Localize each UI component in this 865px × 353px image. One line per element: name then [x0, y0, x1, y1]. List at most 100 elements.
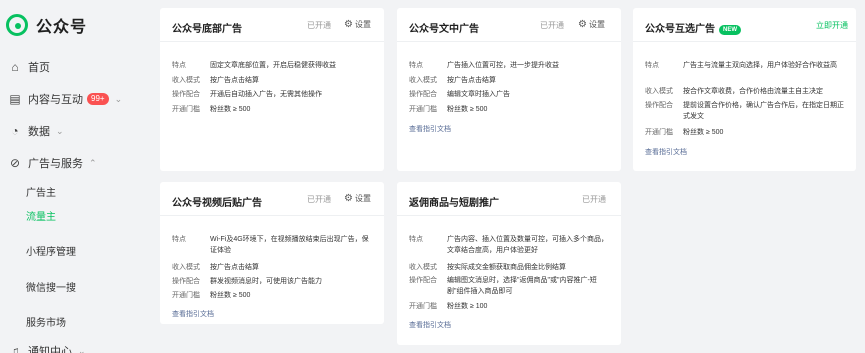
row-value: 开通后自动插入广告，无需其他操作 [210, 91, 322, 98]
card-header: 公众号文中广告 已开通 ⚙ 设置 [397, 8, 621, 42]
sidebar-item-miniprogram[interactable]: 小程序管理 [26, 243, 76, 258]
row-value: 广告主与流量主双向选择，用户体验好合作收益高 [683, 62, 837, 69]
row-value: 按广告点击结算 [447, 77, 496, 84]
ad-card-bottom: 公众号底部广告 已开通 ⚙ 设置 特点 固定文章底部位置，开启后稳健获得收益 收入模… [160, 8, 384, 171]
row-key: 收入模式 [409, 264, 437, 271]
chevron-up-icon: ⌃ [89, 157, 97, 168]
settings-button[interactable]: ⚙ 设置 [578, 19, 605, 30]
card-status: 已开通 [582, 195, 606, 204]
ad-card-commission-goods: 返佣商品与短剧推广 已开通 特点 广告内容、插入位置及数量可控，可插入多个商品，文… [397, 182, 621, 345]
chevron-down-icon: ⌄ [56, 125, 64, 136]
row-key: 操作配合 [172, 91, 200, 98]
row-key: 收入模式 [172, 77, 200, 84]
home-icon: ⌂ [11, 60, 19, 74]
ad-card-video-post: 公众号视频后贴广告 已开通 ⚙ 设置 特点 Wi-Fi及4G环境下，在视频播放结束后… [160, 182, 384, 324]
sidebar-item-content[interactable]: ▤ 内容与互动 99+ ⌄ [8, 91, 122, 107]
row-key: 操作配合 [645, 102, 673, 109]
row-key: 操作配合 [409, 277, 437, 284]
sidebar-item-label: 数据 [28, 126, 50, 138]
guide-doc-link[interactable]: 查看指引文档 [409, 124, 451, 134]
row-value: 按广告点击结算 [210, 77, 259, 84]
chart-icon: ◔ [11, 124, 19, 138]
card-header: 返佣商品与短剧推广 已开通 [397, 182, 621, 216]
row-key: 操作配合 [172, 278, 200, 285]
settings-button[interactable]: ⚙ 设置 [344, 19, 371, 30]
row-value: 按实际成交金额获取商品佣金比例结算 [447, 264, 566, 271]
row-value: 编辑文章时插入广告 [447, 91, 510, 98]
settings-label: 设置 [588, 20, 605, 29]
sidebar-item-market[interactable]: 服务市场 [26, 314, 66, 329]
chevron-down-icon: ⌄ [114, 93, 123, 104]
row-key: 开通门槛 [409, 106, 437, 113]
row-key: 开通门槛 [172, 292, 200, 299]
brand-name: 公众号 [36, 19, 88, 36]
card-row: 操作配合 提前设置合作价格，确认广告合作后，在指定日期正式发文 [645, 100, 846, 122]
card-header: 公众号底部广告 已开通 ⚙ 设置 [160, 8, 384, 42]
row-value: 粉丝数 ≥ 500 [447, 106, 488, 113]
row-key: 开通门槛 [172, 106, 200, 113]
settings-label: 设置 [354, 20, 371, 29]
row-key: 操作配合 [409, 91, 437, 98]
gear-icon: ⚙ [344, 19, 353, 30]
card-title: 公众号底部广告 [172, 24, 242, 35]
row-key: 特点 [409, 236, 423, 243]
card-status: 已开通 [540, 21, 564, 30]
row-value: 广告内容、插入位置及数量可控，可插入多个商品，文章结合度高，用户体验更好 [447, 236, 608, 254]
card-header: 公众号互选广告 NEW 立即开通 [633, 8, 856, 42]
sidebar-item-wxsearch[interactable]: 微信搜一搜 [26, 279, 76, 294]
row-key: 特点 [409, 62, 423, 69]
row-key: 特点 [172, 236, 186, 243]
guide-doc-link[interactable]: 查看指引文档 [172, 309, 214, 319]
row-key: 特点 [645, 62, 659, 69]
sidebar-item-label: 广告与服务 [28, 158, 83, 170]
card-status: 已开通 [307, 195, 331, 204]
row-key: 收入模式 [409, 77, 437, 84]
row-value: 按广告点击结算 [210, 264, 259, 271]
row-key: 特点 [172, 62, 186, 69]
sidebar-item-label: 内容与互动 [28, 94, 83, 106]
gear-icon: ⚙ [344, 193, 353, 204]
row-value: 粉丝数 ≥ 500 [210, 106, 251, 113]
activate-now-link[interactable]: 立即开通 [816, 20, 848, 31]
chevron-down-icon: ⌄ [78, 345, 86, 353]
ad-card-mutual-select: 公众号互选广告 NEW 立即开通 特点 广告主与流量主双向选择，用户体验好合作收益高… [633, 8, 856, 171]
card-row: 特点 广告主与流量主双向选择，用户体验好合作收益高 [645, 60, 846, 82]
document-icon: ▤ [9, 92, 21, 106]
row-value: 按合作文章收费，合作价格由流量主自主决定 [683, 88, 823, 95]
guide-doc-link[interactable]: 查看指引文档 [645, 147, 687, 157]
sidebar-subitem-publisher[interactable]: 流量主 [26, 208, 56, 223]
card-title-text: 公众号互选广告 [645, 24, 715, 35]
card-title: 公众号视频后贴广告 [172, 198, 262, 209]
sidebar-item-label: 首页 [28, 62, 50, 74]
row-value: 粉丝数 ≥ 500 [210, 292, 251, 299]
sidebar-item-data[interactable]: ◔ 数据 ⌄ [8, 123, 64, 139]
wechat-oa-logo-icon [6, 14, 28, 36]
sidebar-item-home[interactable]: ⌂ 首页 [8, 59, 50, 75]
row-value: 粉丝数 ≥ 500 [683, 129, 724, 136]
unread-badge: 99+ [87, 93, 109, 105]
card-header: 公众号视频后贴广告 已开通 ⚙ 设置 [160, 182, 384, 216]
row-key: 开通门槛 [409, 303, 437, 310]
card-row: 操作配合 编辑图文消息时，选择"返佣商品"或"内容推广-短剧"组件插入商品即可 [409, 275, 611, 297]
gear-icon: ⚙ [578, 19, 587, 30]
row-value: 编辑图文消息时，选择"返佣商品"或"内容推广-短剧"组件插入商品即可 [447, 277, 597, 295]
sidebar-item-ads[interactable]: ⊘ 广告与服务 ⌃ [8, 155, 97, 171]
row-key: 收入模式 [172, 264, 200, 271]
row-value: 广告插入位置可控，进一步提升收益 [447, 62, 559, 69]
sidebar-subitem-advertiser[interactable]: 广告主 [26, 184, 56, 199]
settings-button[interactable]: ⚙ 设置 [344, 193, 371, 204]
guide-doc-link[interactable]: 查看指引文档 [409, 320, 451, 330]
card-row: 特点 Wi-Fi及4G环境下，在视频播放结束后出现广告，保证体验 [172, 234, 374, 256]
row-value: Wi-Fi及4G环境下，在视频播放结束后出现广告，保证体验 [210, 236, 369, 254]
row-value: 群发视频消息时，可使用该广告能力 [210, 278, 322, 285]
card-title: 公众号文中广告 [409, 24, 479, 35]
ad-card-in-article: 公众号文中广告 已开通 ⚙ 设置 特点 广告插入位置可控，进一步提升收益 收入模式 按… [397, 8, 621, 171]
new-badge: NEW [719, 25, 741, 35]
row-value: 粉丝数 ≥ 100 [447, 303, 488, 310]
row-value: 固定文章底部位置，开启后稳健获得收益 [210, 62, 336, 69]
bell-icon: ♫ [10, 344, 20, 353]
card-title: 公众号互选广告 NEW [645, 20, 741, 35]
sidebar-item-notify[interactable]: ♫ 通知中心 ⌄ [8, 343, 86, 353]
brand[interactable]: 公众号 [6, 13, 87, 37]
row-key: 开通门槛 [645, 129, 673, 136]
